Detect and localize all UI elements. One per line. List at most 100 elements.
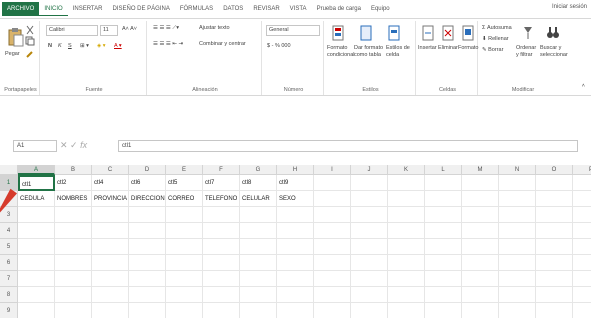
column-header-j[interactable]: J — [351, 165, 388, 175]
column-header-o[interactable]: O — [536, 165, 573, 175]
cell-g4[interactable] — [240, 223, 277, 239]
cell-b2[interactable]: NOMBRES — [55, 191, 92, 207]
cell-h3[interactable] — [277, 207, 314, 223]
cell-k6[interactable] — [388, 255, 425, 271]
insert-button[interactable]: Insertar — [418, 45, 437, 51]
row-header-5[interactable]: 5 — [0, 239, 18, 255]
cell-h5[interactable] — [277, 239, 314, 255]
cell-g1[interactable]: ctl8 — [240, 175, 277, 191]
column-header-k[interactable]: K — [388, 165, 425, 175]
clear-button[interactable]: ✎ Borrar — [482, 47, 503, 53]
cell-l9[interactable] — [425, 303, 462, 318]
cell-a5[interactable] — [18, 239, 55, 255]
cell-p6[interactable] — [573, 255, 591, 271]
cell-g3[interactable] — [240, 207, 277, 223]
cell-d6[interactable] — [129, 255, 166, 271]
font-grow-icon[interactable]: A˄ A˅ — [122, 26, 137, 32]
cell-i1[interactable] — [314, 175, 351, 191]
cell-b3[interactable] — [55, 207, 92, 223]
cell-l1[interactable] — [425, 175, 462, 191]
cell-n4[interactable] — [499, 223, 536, 239]
column-header-f[interactable]: F — [203, 165, 240, 175]
font-color-icon[interactable]: A ▾ — [114, 43, 122, 49]
tab-formulas[interactable]: FÓRMULAS — [175, 2, 218, 16]
column-header-h[interactable]: H — [277, 165, 314, 175]
cell-k8[interactable] — [388, 287, 425, 303]
italic-button[interactable]: K — [58, 43, 62, 49]
cell-d9[interactable] — [129, 303, 166, 318]
cell-d2[interactable]: DIRECCION — [129, 191, 166, 207]
cell-n8[interactable] — [499, 287, 536, 303]
cell-g2[interactable]: CELULAR — [240, 191, 277, 207]
fill-color-icon[interactable]: ◈ ▾ — [97, 43, 106, 49]
cell-m8[interactable] — [462, 287, 499, 303]
cell-c1[interactable]: ctl4 — [92, 175, 129, 191]
cell-e6[interactable] — [166, 255, 203, 271]
fx-icon[interactable]: ✕ ✓ fx — [60, 140, 87, 151]
cell-l3[interactable] — [425, 207, 462, 223]
cell-o4[interactable] — [536, 223, 573, 239]
row-header-4[interactable]: 4 — [0, 223, 18, 239]
cell-k4[interactable] — [388, 223, 425, 239]
cell-o8[interactable] — [536, 287, 573, 303]
cell-d4[interactable] — [129, 223, 166, 239]
tab-insertar[interactable]: INSERTAR — [68, 2, 108, 16]
bold-button[interactable]: N — [48, 43, 52, 49]
cell-e4[interactable] — [166, 223, 203, 239]
format-table-icon[interactable] — [360, 25, 372, 41]
merge-center-button[interactable]: Combinar y centrar — [199, 41, 246, 47]
fill-button[interactable]: ⬇ Rellenar — [482, 36, 509, 42]
font-size-select[interactable]: 11 — [100, 25, 118, 36]
tab-revisar[interactable]: REVISAR — [248, 2, 284, 16]
cell-p7[interactable] — [573, 271, 591, 287]
paste-icon[interactable] — [8, 27, 24, 47]
cell-e9[interactable] — [166, 303, 203, 318]
cell-g8[interactable] — [240, 287, 277, 303]
align-top-icons[interactable]: ☰ ☰ ☰ ⟋▾ — [153, 25, 179, 32]
cell-f5[interactable] — [203, 239, 240, 255]
cell-a6[interactable] — [18, 255, 55, 271]
cell-f6[interactable] — [203, 255, 240, 271]
cell-c8[interactable] — [92, 287, 129, 303]
tab-archivo[interactable]: ARCHIVO — [2, 2, 40, 16]
conditional-format-icon[interactable] — [332, 25, 344, 41]
column-header-d[interactable]: D — [129, 165, 166, 175]
cell-e8[interactable] — [166, 287, 203, 303]
cell-m7[interactable] — [462, 271, 499, 287]
cell-o7[interactable] — [536, 271, 573, 287]
row-header-8[interactable]: 8 — [0, 287, 18, 303]
cell-d5[interactable] — [129, 239, 166, 255]
column-header-l[interactable]: L — [425, 165, 462, 175]
cell-j4[interactable] — [351, 223, 388, 239]
cell-b6[interactable] — [55, 255, 92, 271]
cell-m5[interactable] — [462, 239, 499, 255]
select-all-corner[interactable] — [0, 165, 18, 175]
cell-p3[interactable] — [573, 207, 591, 223]
row-header-7[interactable]: 7 — [0, 271, 18, 287]
cell-f3[interactable] — [203, 207, 240, 223]
name-box[interactable]: A1 — [13, 140, 57, 152]
cell-c6[interactable] — [92, 255, 129, 271]
cell-l8[interactable] — [425, 287, 462, 303]
binoculars-icon[interactable] — [546, 25, 560, 41]
insert-cells-icon[interactable] — [422, 25, 434, 41]
cell-f1[interactable]: ctl7 — [203, 175, 240, 191]
cell-n7[interactable] — [499, 271, 536, 287]
copy-icon[interactable] — [25, 36, 35, 46]
cell-o1[interactable] — [536, 175, 573, 191]
format-as-table-button[interactable]: Dar formato como tabla — [354, 45, 384, 59]
signin-link[interactable]: Iniciar sesión — [552, 4, 587, 10]
cell-b1[interactable]: ctl2 — [55, 175, 92, 191]
cell-k9[interactable] — [388, 303, 425, 318]
cell-h6[interactable] — [277, 255, 314, 271]
cell-p9[interactable] — [573, 303, 591, 318]
collapse-ribbon-icon[interactable]: ˄ — [582, 83, 585, 89]
cell-f9[interactable] — [203, 303, 240, 318]
cell-b7[interactable] — [55, 271, 92, 287]
underline-button[interactable]: S — [68, 43, 72, 49]
cell-p1[interactable] — [573, 175, 591, 191]
column-header-i[interactable]: I — [314, 165, 351, 175]
tab-inicio[interactable]: INICIO — [39, 2, 68, 16]
cell-j9[interactable] — [351, 303, 388, 318]
cell-n1[interactable] — [499, 175, 536, 191]
